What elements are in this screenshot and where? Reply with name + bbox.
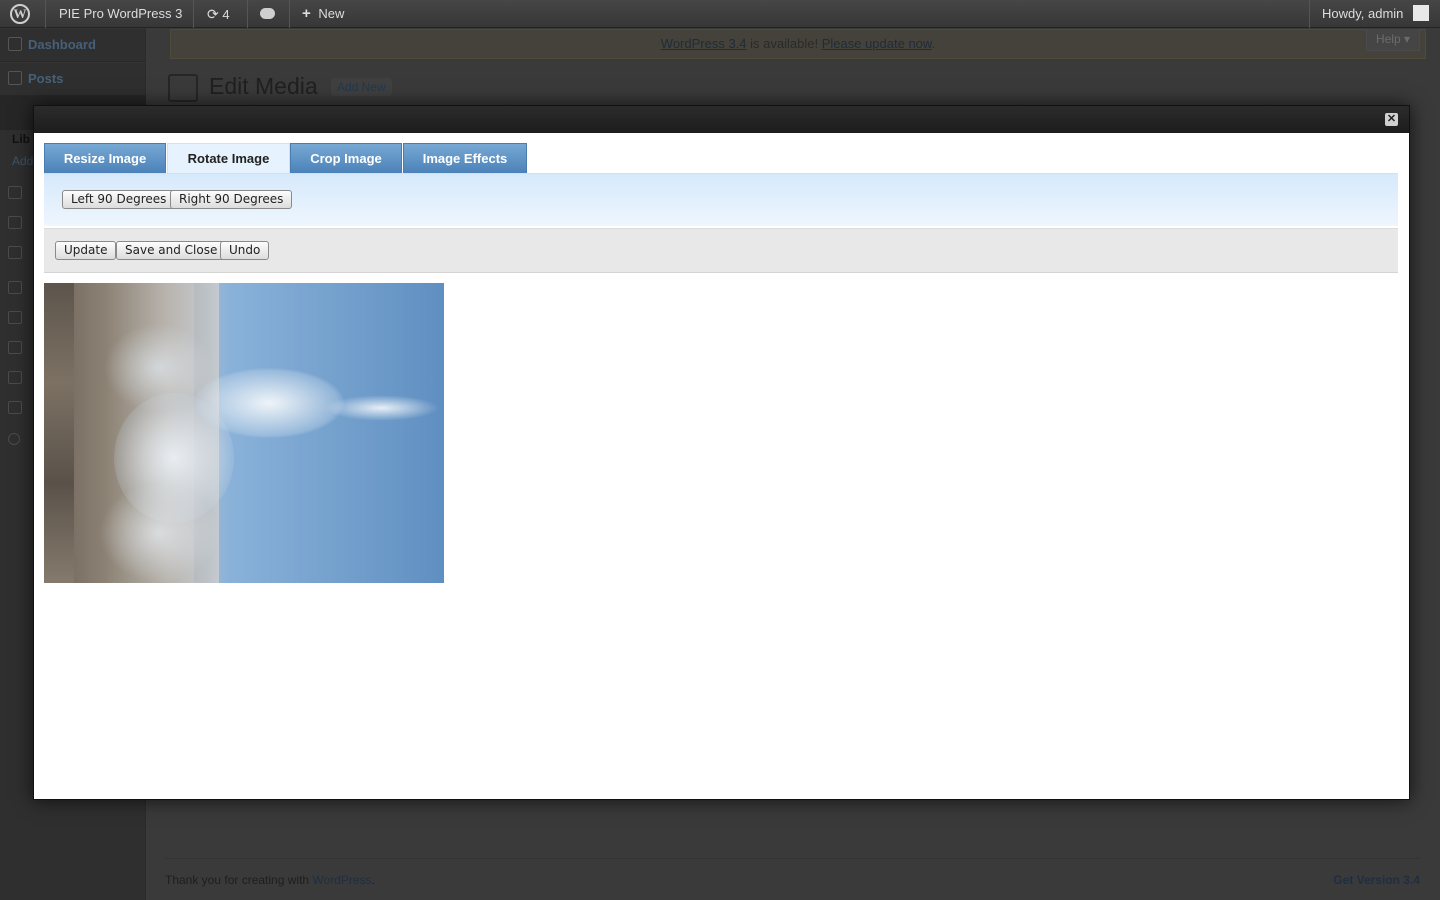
comment-bubble-icon <box>260 8 275 19</box>
image-steam-cloud <box>104 323 214 413</box>
editor-action-bar: Update Save and Close Undo <box>44 228 1398 273</box>
page-title: Edit Media <box>209 73 318 99</box>
image-preview <box>44 283 444 583</box>
links-icon[interactable] <box>8 186 22 199</box>
help-tab[interactable]: Help ▾ <box>1366 29 1420 51</box>
updates-count: 4 <box>222 7 230 22</box>
updates-link[interactable]: ⟳ 4 <box>207 0 230 28</box>
admin-bar: W PIE Pro WordPress 3 ⟳ 4 + New Howdy, a… <box>0 0 1440 28</box>
rotate-right-button[interactable]: Right 90 Degrees <box>170 190 293 209</box>
users-icon[interactable] <box>8 341 22 354</box>
tab-resize-image[interactable]: Resize Image <box>44 143 166 173</box>
image-steam-cloud <box>99 483 219 583</box>
new-label: New <box>318 6 345 21</box>
wordpress-logo-icon[interactable]: W <box>10 0 34 28</box>
plugins-icon[interactable] <box>8 311 22 324</box>
footer-version-link[interactable]: Get Version 3.4 <box>1333 873 1420 887</box>
update-now-link[interactable]: Please update now <box>822 36 932 51</box>
sidebar-item-posts[interactable]: Posts <box>0 62 146 96</box>
admin-bar-separator <box>1309 0 1310 28</box>
greeting-text: Howdy, admin <box>1322 6 1404 21</box>
sidebar-item-label: Dashboard <box>28 37 96 52</box>
comments-link[interactable] <box>260 0 275 28</box>
sidebar-sub-add[interactable]: Add <box>12 154 33 168</box>
tab-image-effects[interactable]: Image Effects <box>403 143 527 173</box>
admin-bar-separator <box>193 0 194 28</box>
comments-icon[interactable] <box>8 246 22 259</box>
add-new-button[interactable]: Add New <box>331 78 392 96</box>
tab-rotate-image[interactable]: Rotate Image <box>167 143 290 174</box>
notice-end: . <box>931 36 936 51</box>
admin-bar-separator <box>289 0 290 28</box>
image-editor-modal: ✕ Resize Image Rotate Image Crop Image I… <box>33 105 1410 800</box>
update-button[interactable]: Update <box>55 241 117 260</box>
wordpress-version-link[interactable]: WordPress 3.4 <box>661 36 747 51</box>
plus-icon: + <box>302 5 311 22</box>
help-tab-label: Help <box>1375 32 1401 46</box>
rotate-left-button[interactable]: Left 90 Degrees <box>62 190 176 209</box>
admin-bar-separator <box>247 0 248 28</box>
tab-crop-image[interactable]: Crop Image <box>290 143 402 173</box>
footer-thanks-text: Thank you for creating with <box>165 873 313 887</box>
image-plume <box>194 368 344 438</box>
account-menu[interactable]: Howdy, admin <box>1322 0 1430 28</box>
sidebar-sub-library[interactable]: Lib <box>12 132 30 146</box>
undo-button[interactable]: Undo <box>220 241 270 260</box>
footer-divider <box>165 858 1420 859</box>
save-and-close-button[interactable]: Save and Close <box>116 241 227 260</box>
home-icon <box>8 37 22 51</box>
notice-text: is available! <box>746 36 822 51</box>
appearance-icon[interactable] <box>8 281 22 294</box>
footer-credit: Thank you for creating with WordPress. <box>165 873 375 887</box>
sidebar-item-label: Posts <box>28 71 64 86</box>
media-camera-icon <box>168 74 198 102</box>
refresh-icon: ⟳ <box>207 6 219 22</box>
site-name-link[interactable]: PIE Pro WordPress 3 <box>59 0 182 28</box>
image-plume-tip <box>324 395 439 421</box>
collapse-menu-icon[interactable] <box>8 433 20 445</box>
admin-bar-separator <box>45 0 46 28</box>
chevron-down-icon: ▾ <box>1404 32 1411 46</box>
image-rock-strip <box>44 283 74 583</box>
new-content-link[interactable]: + New <box>302 0 344 28</box>
update-notice: WordPress 3.4 is available! Please updat… <box>170 29 1426 59</box>
tools-icon[interactable] <box>8 371 22 384</box>
settings-icon[interactable] <box>8 401 22 414</box>
sidebar-item-dashboard[interactable]: Dashboard <box>0 28 146 62</box>
pages-icon[interactable] <box>8 216 22 229</box>
close-icon[interactable]: ✕ <box>1385 113 1398 126</box>
modal-titlebar: ✕ <box>34 106 1409 133</box>
footer-end: . <box>371 873 375 887</box>
pin-icon <box>8 71 22 85</box>
footer-wordpress-link[interactable]: WordPress <box>312 873 371 887</box>
avatar <box>1413 5 1430 21</box>
rotate-panel: Left 90 Degrees Right 90 Degrees <box>44 173 1398 226</box>
